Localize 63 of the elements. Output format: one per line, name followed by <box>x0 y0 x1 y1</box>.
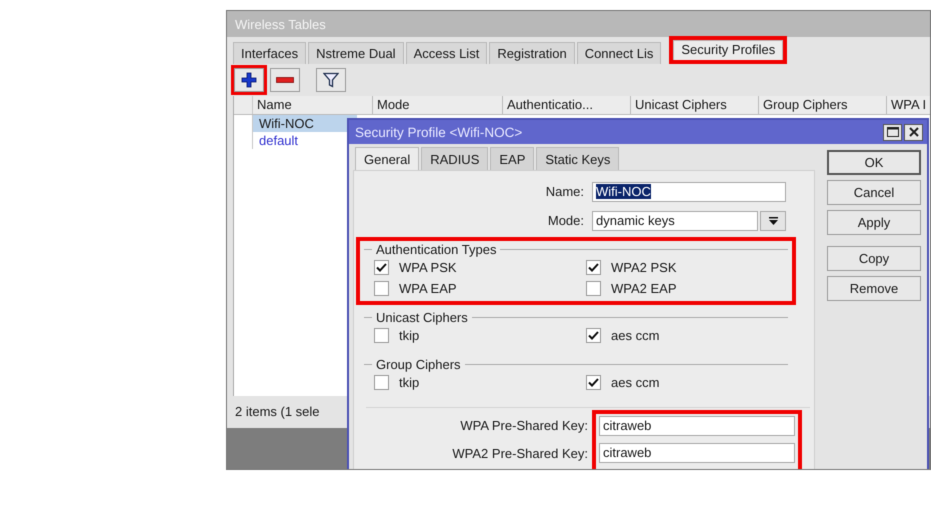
group-title: Group Ciphers <box>376 356 461 372</box>
dialog-button[interactable]: OK <box>827 150 921 175</box>
field-label: WPA2 Pre-Shared Key: <box>451 445 589 463</box>
dialog-button[interactable]: Remove <box>827 276 921 301</box>
checkbox[interactable] <box>586 260 601 275</box>
close-button[interactable] <box>904 124 923 140</box>
name-field[interactable]: Wifi-NOC <box>592 182 786 202</box>
group-title: Authentication Types <box>376 242 496 256</box>
window-title: Wireless Tables <box>235 16 326 32</box>
tab[interactable]: EAP <box>490 147 534 170</box>
checkbox-label: aes ccm <box>611 328 660 343</box>
column-header[interactable]: Group Ciphers <box>759 96 887 114</box>
maximize-button[interactable] <box>883 124 902 140</box>
filter-button[interactable] <box>316 68 346 92</box>
checkbox[interactable] <box>374 328 389 343</box>
plus-icon <box>241 72 257 88</box>
checkbox-label: tkip <box>399 328 420 343</box>
checkbox[interactable] <box>586 281 601 296</box>
minus-icon <box>276 77 294 83</box>
maximize-icon <box>886 127 898 137</box>
key-field[interactable]: citraweb <box>599 416 795 436</box>
dialog-title: Security Profile <Wifi-NOC> <box>355 124 522 140</box>
checkbox-label: tkip <box>399 375 420 390</box>
tab[interactable]: Interfaces <box>233 42 306 64</box>
remove-button[interactable] <box>270 68 300 92</box>
table-cell[interactable]: Wifi-NOC <box>253 115 357 132</box>
tab[interactable]: Security Profiles <box>673 40 784 60</box>
dialog-button[interactable]: Copy <box>827 246 921 271</box>
status-text: 2 items (1 sele <box>235 404 320 418</box>
field-label: Mode: <box>546 213 585 228</box>
column-header[interactable]: Authenticatio... <box>503 96 631 114</box>
group-title: Unicast Ciphers <box>376 310 468 324</box>
close-icon <box>908 127 918 137</box>
checkbox[interactable] <box>374 281 389 296</box>
column-header[interactable]: Name <box>253 96 373 114</box>
checkbox[interactable] <box>374 375 389 390</box>
checkbox[interactable] <box>586 328 601 343</box>
dialog-button[interactable]: Apply <box>827 210 921 235</box>
field-label: Name: <box>544 184 585 199</box>
checkbox-label: WPA2 PSK <box>611 260 677 275</box>
tab[interactable]: Connect Lis <box>576 42 662 64</box>
down-arrow-icon <box>768 216 778 224</box>
checkbox-label: WPA PSK <box>399 260 457 275</box>
column-header[interactable]: Mode <box>373 96 503 114</box>
tab[interactable]: RADIUS <box>421 147 488 170</box>
key-field[interactable]: citraweb <box>599 443 795 463</box>
dialog-button[interactable]: Cancel <box>827 180 921 205</box>
checkbox-label: aes ccm <box>611 375 660 390</box>
checkbox-label: WPA2 EAP <box>611 281 677 296</box>
field-label: WPA Pre-Shared Key: <box>459 417 589 435</box>
filter-icon <box>323 72 339 88</box>
tab[interactable]: Access List <box>406 42 488 64</box>
tab[interactable]: Nstreme Dual <box>308 42 404 64</box>
checkbox[interactable] <box>586 375 601 390</box>
checkbox-label: WPA EAP <box>399 281 457 296</box>
mode-dropdown[interactable]: dynamic keys <box>592 210 758 230</box>
column-header[interactable]: WPA I <box>887 96 930 114</box>
dropdown-button[interactable] <box>760 210 786 230</box>
tab[interactable]: General <box>355 147 420 170</box>
checkbox[interactable] <box>374 260 389 275</box>
tab[interactable]: Registration <box>489 42 575 64</box>
tab[interactable]: Static Keys <box>536 147 620 170</box>
column-header[interactable]: Unicast Ciphers <box>631 96 759 114</box>
